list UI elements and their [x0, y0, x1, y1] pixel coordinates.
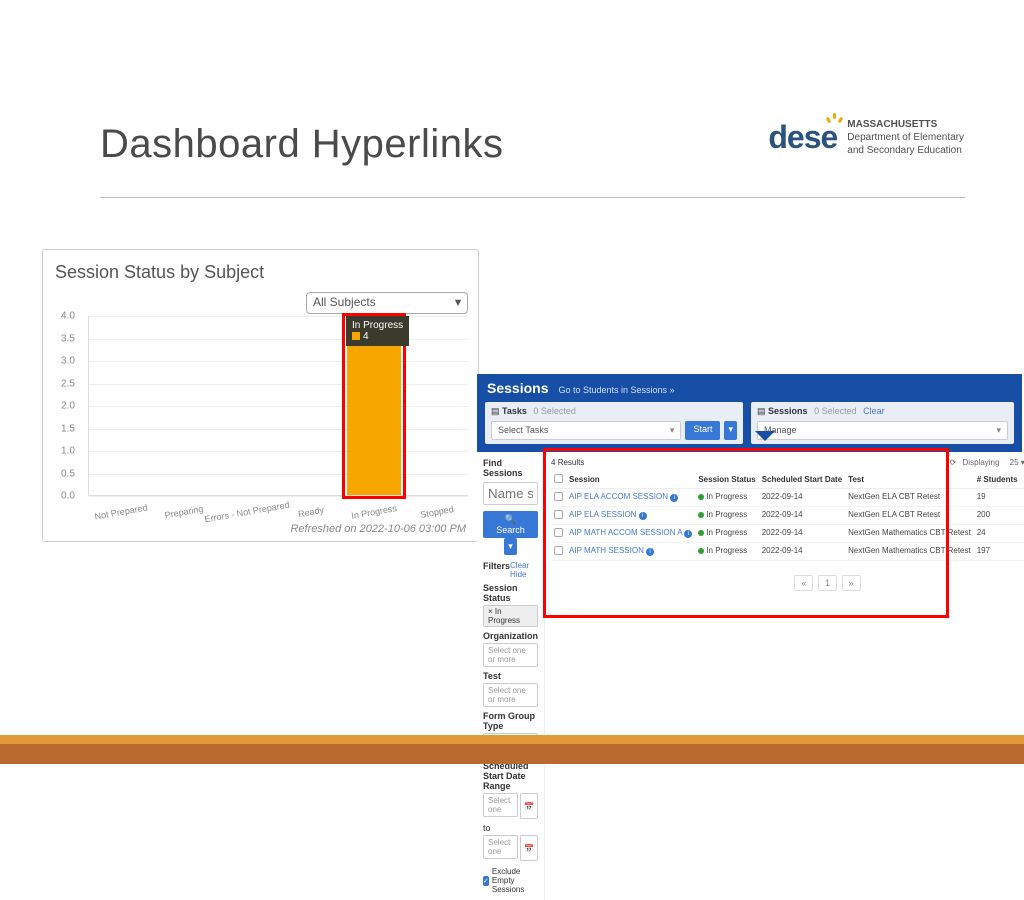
name-starts-with-input[interactable] [483, 482, 538, 505]
select-tasks-dropdown[interactable]: Select Tasks▾ [491, 421, 681, 440]
logo-subtitle: MASSACHUSETTS Department of Elementary a… [847, 118, 964, 157]
x-tick: In Progress [350, 503, 397, 521]
session-status-pill[interactable]: × In Progress [483, 605, 538, 627]
results-highlight-box [543, 448, 949, 618]
clear-hide-links[interactable]: Clear Hide [510, 561, 538, 579]
to-label: to [483, 823, 538, 833]
organization-select[interactable]: Select one or more [483, 643, 538, 667]
sessions-header: Sessions Go to Students in Sessions » [477, 374, 1022, 402]
subject-select[interactable]: All Subjects▾ [306, 292, 468, 314]
session-status-label: Session Status [483, 583, 538, 603]
y-tick: 3.0 [61, 356, 75, 367]
x-tick: Stopped [420, 504, 455, 520]
search-dropdown[interactable]: ▾ [504, 538, 517, 555]
organization-label: Organization [483, 631, 538, 641]
x-tick: Not Prepared [93, 502, 147, 521]
y-tick: 1.0 [61, 446, 75, 457]
test-label: Test [483, 671, 538, 681]
logo-word: dese [768, 119, 837, 156]
col-actual[interactable]: Actual Start Date [1021, 471, 1024, 489]
scheduled-start-date-range-label: Scheduled Start Date Range [483, 761, 538, 791]
sunburst-icon [825, 111, 843, 129]
test-select[interactable]: Select one or more [483, 683, 538, 707]
calendar-icon[interactable]: 📅 [520, 835, 538, 861]
x-tick: Errors - Not Prepared [204, 500, 290, 525]
x-tick: Ready [297, 505, 324, 519]
start-dropdown[interactable]: ▾ [724, 421, 737, 440]
y-tick: 3.5 [61, 333, 75, 344]
chart-tooltip: In Progress4 [346, 316, 409, 346]
list-icon: ▤ [491, 406, 500, 416]
go-to-students-link[interactable]: Go to Students in Sessions » [558, 385, 674, 395]
list-icon: ▤ [757, 406, 766, 416]
arrow-down-icon [755, 431, 775, 441]
find-sessions-title: Find Sessions [483, 458, 538, 478]
results-column: 4 Results ⟳ Displaying 25 ▾ Manage Colum… [545, 452, 1024, 900]
y-tick: 1.5 [61, 423, 75, 434]
exclude-empty-label: Exclude Empty Sessions [492, 867, 538, 894]
sessions-screenshot: Sessions Go to Students in Sessions » ▤ … [477, 374, 1022, 718]
clear-link[interactable]: Clear [863, 406, 885, 416]
y-tick: 0.0 [61, 491, 75, 502]
y-tick: 4.0 [61, 311, 75, 322]
chart-plot-area: 0.00.51.01.52.02.53.03.54.0Not PreparedP… [88, 316, 468, 496]
page-size-select[interactable]: 25 ▾ [1006, 458, 1024, 467]
col-students[interactable]: # Students [974, 471, 1021, 489]
sessions-box-label: Sessions [768, 406, 808, 416]
sessions-heading: Sessions [487, 380, 548, 396]
chart-title: Session Status by Subject [55, 262, 466, 283]
sessions-selected-count: 0 Selected [814, 406, 857, 416]
manage-dropdown[interactable]: Manage▾ [757, 421, 1008, 440]
search-button[interactable]: 🔍 Search [483, 511, 538, 538]
title-underline [100, 197, 965, 198]
start-date-from-select[interactable]: Select one [483, 793, 518, 817]
dese-logo: dese MASSACHUSETTS Department of Element… [768, 118, 964, 157]
y-tick: 0.5 [61, 468, 75, 479]
y-tick: 2.0 [61, 401, 75, 412]
filters-label: Filters [483, 561, 510, 579]
exclude-empty-checkbox[interactable]: ✓ [483, 876, 489, 886]
find-sessions-column: Find Sessions 🔍 Search ▾ Filters Clear H… [477, 452, 545, 900]
tasks-selected-count: 0 Selected [533, 406, 576, 416]
refreshed-timestamp: Refreshed on 2022-10-06 03:00 PM [290, 523, 466, 535]
refresh-icon[interactable]: ⟳ [950, 458, 957, 467]
y-tick: 2.5 [61, 378, 75, 389]
sessions-toolbox: ▤ Sessions 0 Selected Clear Manage▾ [751, 402, 1014, 444]
footer-band [0, 735, 1024, 764]
start-date-to-select[interactable]: Select one [483, 835, 518, 859]
start-button[interactable]: Start [685, 421, 720, 440]
form-group-type-label: Form Group Type [483, 711, 538, 731]
displaying-label: Displaying [963, 458, 1000, 467]
tasks-toolbox: ▤ Tasks 0 Selected Select Tasks▾ Start ▾ [485, 402, 743, 444]
calendar-icon[interactable]: 📅 [520, 793, 538, 819]
tasks-label: Tasks [502, 406, 527, 416]
session-status-chart-panel: Session Status by Subject All Subjects▾ … [42, 249, 479, 542]
x-tick: Preparing [164, 504, 204, 521]
